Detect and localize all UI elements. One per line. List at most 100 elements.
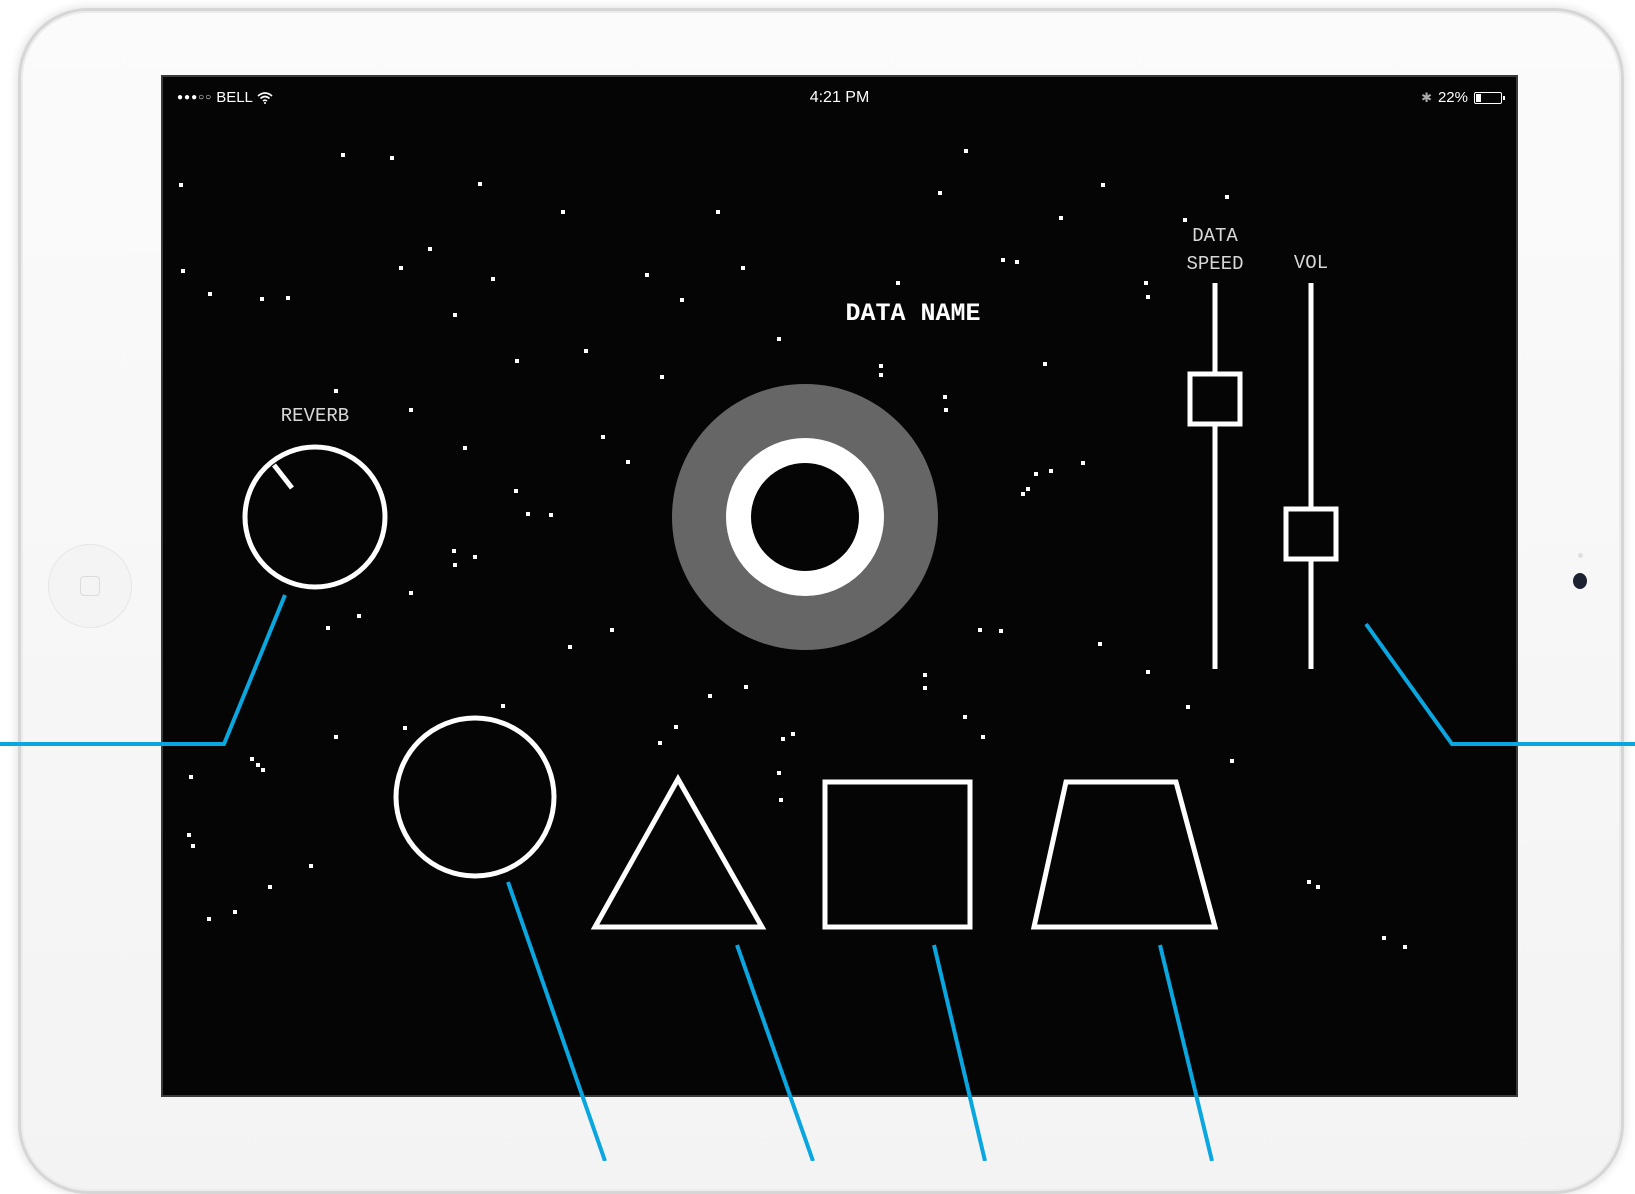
star-dot	[1043, 362, 1047, 366]
star-dot	[601, 435, 605, 439]
star-dot	[261, 768, 265, 772]
trapezoid-shape-button[interactable]	[1030, 779, 1219, 930]
star-dot	[208, 292, 212, 296]
star-dot	[409, 408, 413, 412]
star-dot	[963, 715, 967, 719]
status-time: 4:21 PM	[809, 89, 870, 106]
star-dot	[334, 735, 338, 739]
triangle-shape-button[interactable]	[590, 773, 767, 930]
star-dot	[286, 296, 290, 300]
star-dot	[268, 885, 272, 889]
data-name-title: DATA NAME	[845, 299, 981, 328]
star-dot	[791, 732, 795, 736]
star-dot	[779, 798, 783, 802]
star-dot	[610, 628, 614, 632]
reverb-knob-ring	[242, 444, 388, 590]
star-dot	[1186, 705, 1190, 709]
star-dot	[453, 313, 457, 317]
star-dot	[453, 563, 457, 567]
star-dot	[777, 337, 781, 341]
data-speed-slider[interactable]	[1187, 283, 1243, 669]
stage-canvas	[179, 149, 1407, 949]
star-dot	[260, 297, 264, 301]
star-dot	[1101, 183, 1105, 187]
battery-percent: 22%	[1437, 89, 1468, 106]
star-dot	[1382, 936, 1386, 940]
star-dot	[187, 833, 191, 837]
star-dot	[189, 775, 193, 779]
star-dot	[658, 741, 662, 745]
status-right: ✱ 22%	[1421, 89, 1505, 106]
star-dot	[1230, 759, 1234, 763]
vol-slider[interactable]	[1283, 283, 1339, 669]
star-dot	[896, 281, 900, 285]
star-dot	[549, 513, 553, 517]
star-dot	[923, 686, 927, 690]
star-dot	[1403, 945, 1407, 949]
star-dot	[409, 591, 413, 595]
star-dot	[626, 460, 630, 464]
data-speed-thumb[interactable]	[1187, 371, 1243, 427]
star-dot	[781, 737, 785, 741]
reverb-knob[interactable]	[242, 444, 388, 590]
data-speed-label: DATA SPEED	[1165, 223, 1265, 278]
star-dot	[191, 844, 195, 848]
star-dot	[943, 395, 947, 399]
star-dot	[561, 210, 565, 214]
circle-shape-button[interactable]	[393, 715, 557, 879]
front-camera	[1573, 573, 1587, 589]
star-dot	[491, 277, 495, 281]
star-dot	[1049, 469, 1053, 473]
star-dot	[501, 704, 505, 708]
star-dot	[478, 182, 482, 186]
home-button-square-icon	[80, 576, 100, 596]
star-dot	[716, 210, 720, 214]
star-dot	[403, 726, 407, 730]
star-dot	[515, 359, 519, 363]
home-button[interactable]	[48, 544, 132, 628]
star-dot	[708, 694, 712, 698]
star-dot	[1015, 260, 1019, 264]
star-dot	[1144, 281, 1148, 285]
star-dot	[1146, 295, 1150, 299]
square-shape-button[interactable]	[822, 779, 973, 930]
star-dot	[1316, 885, 1320, 889]
reverb-label: REVERB	[280, 405, 350, 427]
star-dot	[1001, 258, 1005, 262]
vol-label: VOL	[1293, 252, 1329, 274]
star-dot	[660, 375, 664, 379]
bluetooth-icon: ✱	[1421, 89, 1432, 105]
star-dot	[584, 349, 588, 353]
star-dot	[1081, 461, 1085, 465]
star-dot	[256, 763, 260, 767]
star-dot	[879, 364, 883, 368]
star-dot	[944, 408, 948, 412]
star-dot	[568, 645, 572, 649]
data-speed-label-line1: DATA	[1192, 225, 1238, 247]
star-dot	[1183, 218, 1187, 222]
star-dot	[250, 757, 254, 761]
star-dot	[645, 273, 649, 277]
star-dot	[777, 771, 781, 775]
star-dot	[999, 629, 1003, 633]
star-dot	[1225, 195, 1229, 199]
status-bar: ●●●○○ BELL 4:21 PM ✱ 22%	[163, 77, 1516, 119]
star-dot	[179, 183, 183, 187]
star-dot	[981, 735, 985, 739]
battery-icon	[1474, 91, 1505, 104]
star-dot	[233, 910, 237, 914]
star-dot	[1021, 492, 1025, 496]
star-dot	[207, 917, 211, 921]
star-dot	[978, 628, 982, 632]
star-dot	[357, 614, 361, 618]
star-dot	[181, 269, 185, 273]
vol-thumb[interactable]	[1283, 506, 1339, 562]
app-screen: ●●●○○ BELL 4:21 PM ✱ 22% DATA NAME REVER…	[161, 75, 1518, 1097]
star-dot	[473, 555, 477, 559]
star-dot	[399, 266, 403, 270]
star-dot	[1307, 880, 1311, 884]
star-dot	[341, 153, 345, 157]
star-dot	[879, 373, 883, 377]
central-play-button[interactable]	[672, 384, 938, 650]
star-dot	[938, 191, 942, 195]
